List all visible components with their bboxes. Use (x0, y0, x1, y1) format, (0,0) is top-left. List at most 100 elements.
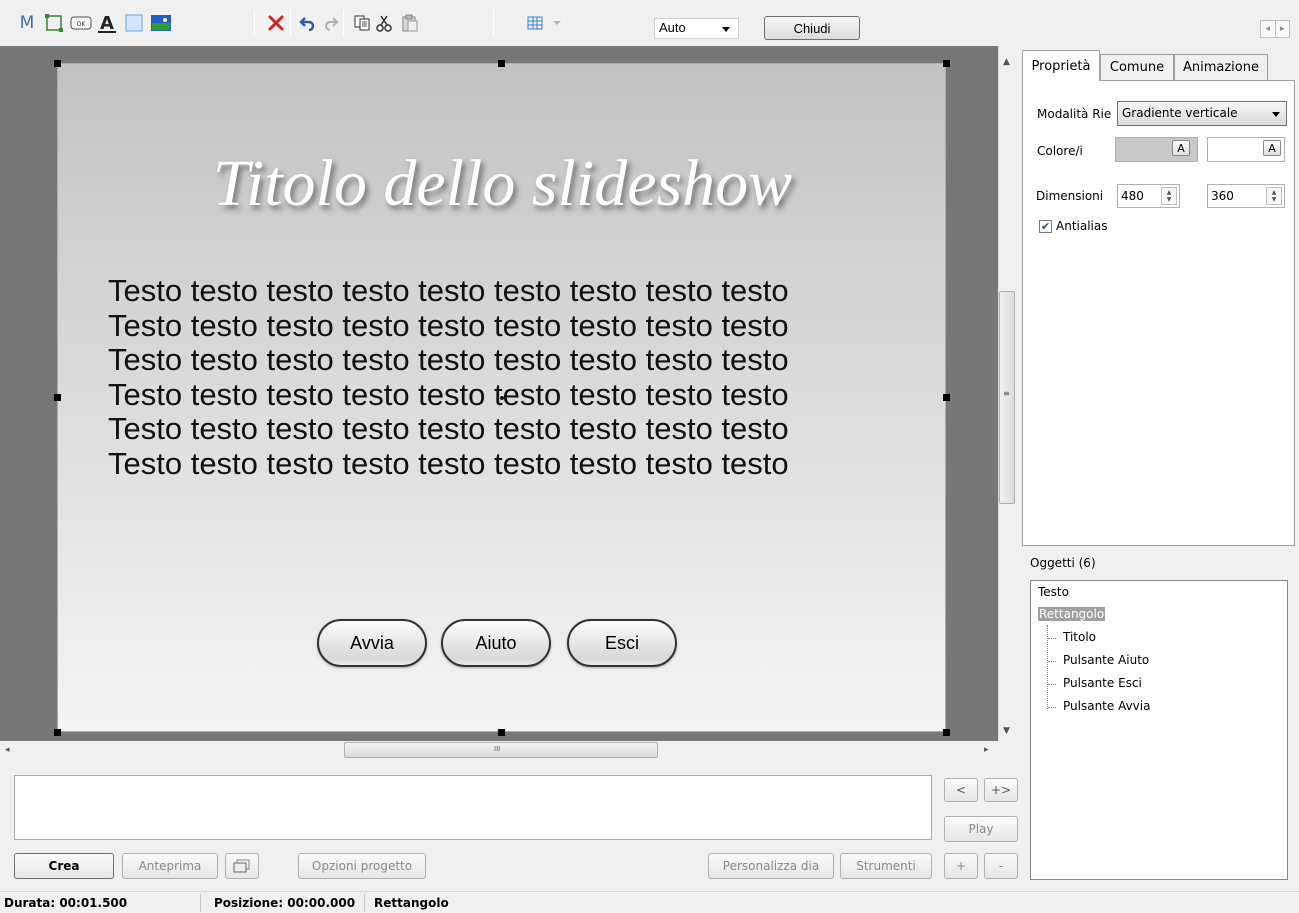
add-next-button[interactable]: +> (984, 778, 1018, 802)
add-object-button[interactable]: + (944, 853, 978, 879)
objects-tree[interactable] (1030, 580, 1288, 880)
tab-proprieta[interactable]: Proprietà (1022, 50, 1100, 81)
tree-item-pulsante-aiuto[interactable]: Pulsante Aiuto (1063, 653, 1149, 667)
svg-text:A: A (100, 13, 114, 34)
resize-handle[interactable] (498, 729, 505, 736)
antialias-label: Antialias (1056, 219, 1108, 233)
tree-connector (1048, 661, 1056, 662)
slide-body-line: Testo testo testo testo testo testo test… (108, 342, 789, 377)
spinner-arrows-icon[interactable]: ▲ ▼ (1266, 187, 1282, 205)
tree-item-pulsante-avvia[interactable]: Pulsante Avvia (1063, 699, 1150, 713)
rectangle-tool-icon[interactable] (43, 12, 65, 34)
anteprima-button[interactable]: Anteprima (122, 853, 218, 879)
slide-button-esci[interactable]: Esci (567, 619, 677, 667)
status-selection: Rettangolo (374, 896, 449, 910)
grid-dropdown-arrow-icon[interactable] (546, 12, 568, 34)
slide-body-line: Testo testo testo testo testo testo test… (108, 376, 789, 412)
opzioni-progetto-button[interactable]: Opzioni progetto (298, 853, 426, 879)
text-tool-icon[interactable]: A (96, 12, 118, 34)
resize-handle[interactable] (54, 729, 61, 736)
slides-icon (233, 859, 250, 873)
toolbar-separator (493, 10, 494, 36)
chevron-down-icon (722, 27, 730, 32)
horizontal-scroll-thumb[interactable] (344, 742, 658, 758)
center-handle[interactable] (500, 396, 504, 400)
width-spinner[interactable]: 480 ▲ ▼ (1117, 184, 1180, 208)
toolbar-separator (290, 10, 291, 36)
main-toolbar: M OK A Auto Chiudi ◂ ▸ (0, 0, 1299, 46)
toolbar-separator (343, 10, 344, 36)
button-tool-icon[interactable]: OK (70, 12, 92, 34)
scroll-grip-icon: III (494, 745, 501, 753)
notes-textarea[interactable] (14, 775, 932, 840)
image-tool-icon[interactable] (150, 12, 172, 34)
prev-button[interactable]: < (944, 778, 978, 802)
paste-icon[interactable] (399, 12, 421, 34)
tab-comune[interactable]: Comune (1100, 54, 1174, 80)
tree-item-testo[interactable]: Testo (1038, 585, 1069, 599)
slides-view-button[interactable] (225, 853, 259, 879)
slide-body-text[interactable]: Testo testo testo testo testo testo test… (108, 273, 928, 481)
tree-item-pulsante-esci[interactable]: Pulsante Esci (1063, 676, 1142, 690)
resize-handle[interactable] (54, 394, 61, 401)
panel-nav-arrows: ◂ ▸ (1260, 20, 1290, 38)
tree-connector (1048, 707, 1056, 708)
scroll-up-icon[interactable]: ▲ (1003, 57, 1010, 67)
tree-item-titolo[interactable]: Titolo (1063, 630, 1096, 644)
colors-label: Colore/i (1037, 144, 1083, 158)
tree-connector (1048, 684, 1056, 685)
fill-mode-value: Gradiente verticale (1122, 106, 1238, 120)
height-spinner[interactable]: 360 ▲ ▼ (1207, 184, 1285, 208)
tree-item-rettangolo[interactable]: Rettangolo (1038, 607, 1106, 621)
shape-tool-icon[interactable] (123, 12, 145, 34)
resize-handle[interactable] (943, 729, 950, 736)
undo-icon[interactable] (296, 12, 318, 34)
close-button[interactable]: Chiudi (764, 16, 860, 40)
scroll-down-icon[interactable]: ▼ (1003, 726, 1010, 736)
color2-picker-button[interactable]: A (1263, 140, 1281, 156)
dimensions-label: Dimensioni (1036, 189, 1104, 203)
spinner-arrows-icon[interactable]: ▲ ▼ (1161, 187, 1177, 205)
antialias-checkbox[interactable]: ✔ (1039, 220, 1052, 233)
fill-mode-select[interactable]: Gradiente verticale (1117, 101, 1287, 126)
toolbar-separator (254, 10, 255, 36)
scroll-left-icon[interactable]: ◂ (5, 745, 10, 755)
nav-right-icon[interactable]: ▸ (1276, 21, 1290, 37)
copy-icon[interactable] (351, 12, 373, 34)
strumenti-button[interactable]: Strumenti (840, 853, 932, 879)
crea-button[interactable]: Crea (14, 853, 114, 879)
tab-animazione[interactable]: Animazione (1174, 54, 1268, 80)
zoom-select-value: Auto (659, 20, 686, 35)
cut-icon[interactable] (373, 12, 395, 34)
personalizza-dia-button[interactable]: Personalizza dia (708, 853, 834, 879)
resize-handle[interactable] (54, 60, 61, 67)
redo-icon[interactable] (320, 12, 342, 34)
resize-handle[interactable] (943, 60, 950, 67)
zoom-select[interactable]: Auto (654, 18, 739, 39)
height-value: 360 (1211, 189, 1234, 203)
chevron-down-icon (1272, 112, 1280, 117)
status-divider (364, 894, 365, 912)
status-duration: Durata: 00:01.500 (4, 896, 128, 910)
status-bar: Durata: 00:01.500 Posizione: 00:00.000 R… (0, 891, 1299, 913)
scroll-right-icon[interactable]: ▸ (984, 745, 989, 755)
slide-body-line: Testo testo testo testo testo testo test… (108, 307, 789, 343)
slide-button-avvia[interactable]: Avvia (317, 619, 427, 667)
status-position: Posizione: 00:00.000 (214, 896, 356, 910)
objects-header: Oggetti (6) (1030, 556, 1096, 570)
nav-left-icon[interactable]: ◂ (1261, 21, 1276, 37)
width-value: 480 (1121, 189, 1144, 203)
play-button[interactable]: Play (944, 816, 1018, 842)
color1-picker-button[interactable]: A (1172, 140, 1190, 156)
slide-title[interactable]: Titolo dello slideshow (58, 146, 945, 222)
slide-body-line: Testo testo testo testo testo testo test… (108, 273, 789, 308)
remove-object-button[interactable]: - (984, 853, 1018, 879)
slide-button-aiuto[interactable]: Aiuto (441, 619, 551, 667)
delete-icon[interactable] (265, 12, 287, 34)
menu-m-icon[interactable]: M (16, 12, 38, 34)
checkmark-icon: ✔ (1040, 220, 1051, 233)
resize-handle[interactable] (498, 60, 505, 67)
grid-icon[interactable] (524, 12, 546, 34)
resize-handle[interactable] (943, 394, 950, 401)
svg-text:OK: OK (77, 21, 87, 28)
